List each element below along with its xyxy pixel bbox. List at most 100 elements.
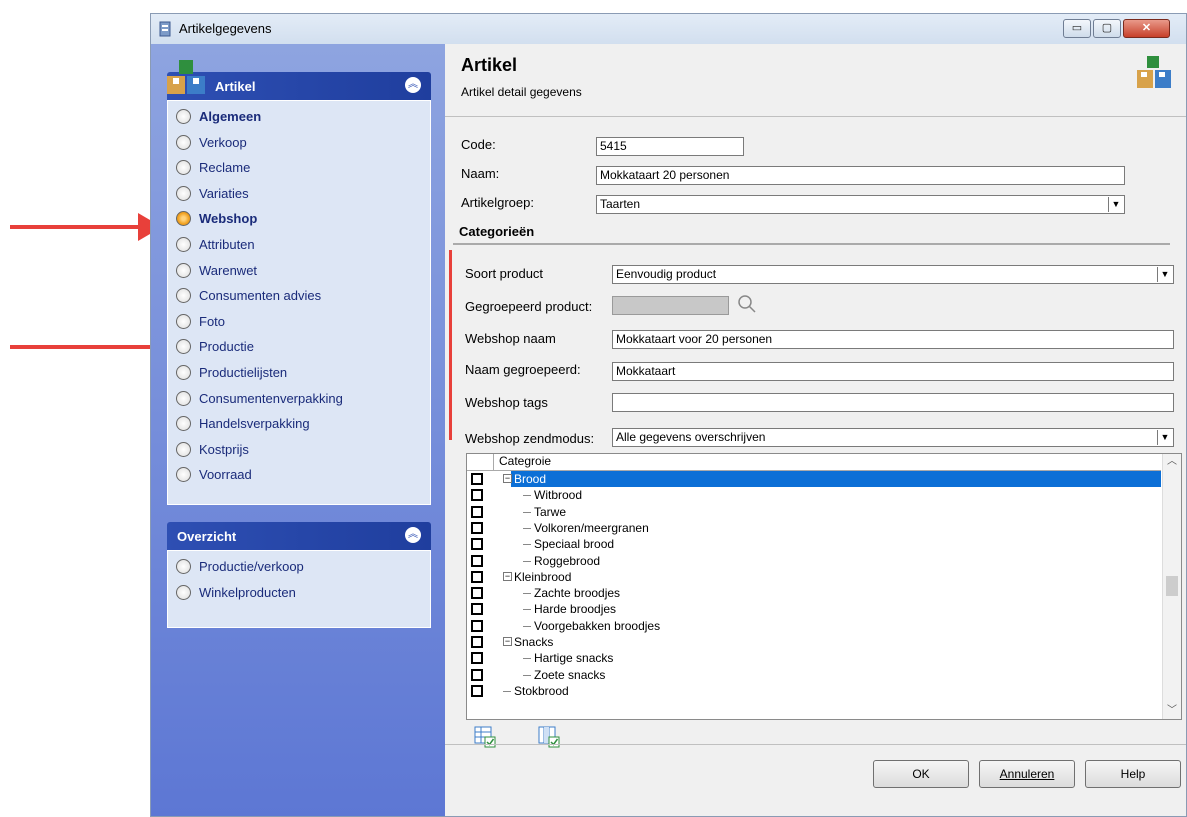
tree-row[interactable]: Speciaal brood — [467, 536, 1161, 552]
collapse-toggle-icon[interactable]: − — [503, 637, 512, 646]
ok-button[interactable]: OK — [873, 760, 969, 788]
tree-row[interactable]: Witbrood — [467, 487, 1161, 503]
radio-icon[interactable] — [176, 237, 191, 252]
tree-row-label: Kleinbrood — [514, 569, 572, 584]
tree-row[interactable]: Volkoren/meergranen — [467, 520, 1161, 536]
tree-row-label: Stokbrood — [514, 683, 569, 698]
radio-icon[interactable] — [176, 313, 191, 329]
tree-connector-line — [523, 593, 531, 595]
artikelgroep-select[interactable]: Taarten ▼ — [596, 195, 1125, 214]
tree-connector-line — [523, 511, 531, 513]
scroll-up-icon[interactable]: ︿ — [1163, 454, 1181, 470]
radio-icon[interactable] — [176, 109, 191, 124]
tree-row[interactable]: Roggebrood — [467, 553, 1161, 569]
dropdown-arrow-icon[interactable]: ▼ — [1108, 197, 1123, 212]
tree-row-label: Hartige snacks — [534, 651, 614, 666]
tree-row[interactable]: Tarwe — [467, 504, 1161, 520]
tree-row[interactable]: Hartige snacks — [467, 650, 1161, 666]
soort-product-select[interactable]: Eenvoudig product ▼ — [612, 265, 1174, 284]
checkbox-column-header — [467, 454, 494, 470]
annotation-arrow-webshop — [10, 225, 140, 229]
row-checkbox[interactable] — [471, 652, 483, 665]
naam-gegroepeerd-field[interactable]: Mokkataart — [612, 362, 1174, 381]
minimize-icon: ▭ — [1071, 22, 1083, 34]
artikel-panel: Algemeen Verkoop Reclame Variaties Webshop At… — [167, 100, 431, 505]
dialog-window: Artikelgegevens ▭ ▢ ✕ Artikel ︽ Algemeen… — [150, 13, 1187, 817]
radio-icon[interactable] — [176, 211, 191, 227]
row-checkbox[interactable] — [471, 554, 483, 567]
naam-field[interactable]: Mokkataart 20 personen — [596, 166, 1125, 185]
nav-item-label: Productie/verkoop — [199, 559, 304, 574]
collapse-chevron-icon[interactable]: ︽ — [405, 527, 421, 543]
nav-item-label: Consumentenverpakking — [199, 390, 343, 406]
dropdown-arrow-icon[interactable]: ▼ — [1157, 267, 1172, 282]
nav-item-label: Winkelproducten — [199, 584, 296, 600]
tree-row-label: Speciaal brood — [534, 537, 615, 552]
row-checkbox[interactable] — [471, 603, 483, 616]
row-checkbox[interactable] — [471, 587, 483, 600]
tree-row[interactable]: Zoete snacks — [467, 667, 1161, 683]
left-navigation-pane: Artikel ︽ Algemeen Verkoop Reclame Variatie… — [151, 44, 445, 816]
webshop-zendmodus-select[interactable]: Alle gegevens overschrijven ▼ — [612, 428, 1174, 447]
code-field[interactable]: 5415 — [596, 137, 744, 156]
row-checkbox[interactable] — [471, 473, 483, 485]
app-icon — [159, 21, 171, 37]
maximize-button[interactable]: ▢ — [1093, 19, 1121, 38]
dropdown-arrow-icon[interactable]: ▼ — [1157, 430, 1172, 445]
radio-icon[interactable] — [176, 134, 191, 150]
radio-icon[interactable] — [176, 365, 191, 380]
help-button[interactable]: Help — [1085, 760, 1181, 788]
collapse-toggle-icon[interactable]: − — [503, 474, 512, 483]
webshop-naam-field[interactable]: Mokkataart voor 20 personen — [612, 330, 1174, 349]
radio-icon[interactable] — [176, 559, 191, 574]
minimize-button[interactable]: ▭ — [1063, 19, 1091, 38]
tree-row[interactable]: − Brood — [467, 471, 1161, 487]
tree-row[interactable]: Voorgebakken broodjes — [467, 618, 1161, 634]
scroll-down-icon[interactable]: ﹀ — [1163, 703, 1181, 719]
artikel-panel-title: Artikel — [215, 79, 256, 94]
row-checkbox[interactable] — [471, 668, 483, 681]
row-checkbox[interactable] — [471, 489, 483, 502]
webshop-tags-field[interactable] — [612, 393, 1174, 412]
row-checkbox[interactable] — [471, 521, 483, 534]
radio-icon[interactable] — [176, 185, 191, 201]
row-checkbox[interactable] — [471, 636, 483, 648]
title-bar[interactable]: Artikelgegevens ▭ ▢ ✕ — [151, 14, 1186, 45]
overzicht-panel-header[interactable]: Overzicht ︽ — [167, 522, 431, 550]
close-button[interactable]: ✕ — [1123, 19, 1170, 38]
tree-row[interactable]: − Kleinbrood — [467, 569, 1161, 585]
collapse-toggle-icon[interactable]: − — [503, 571, 512, 581]
row-checkbox[interactable] — [471, 505, 483, 518]
row-checkbox[interactable] — [471, 684, 483, 697]
row-checkbox[interactable] — [471, 619, 483, 632]
tree-row[interactable]: Harde broodjes — [467, 601, 1161, 617]
soort-product-value: Eenvoudig product — [616, 267, 717, 281]
radio-icon[interactable] — [176, 339, 191, 355]
cancel-button[interactable]: Annuleren — [979, 760, 1075, 788]
tree-row[interactable]: Stokbrood — [467, 683, 1161, 699]
radio-icon[interactable] — [176, 288, 191, 304]
radio-icon[interactable] — [176, 584, 191, 600]
radio-icon[interactable] — [176, 262, 191, 278]
overzicht-panel: Productie/verkoop Winkelproducten — [167, 550, 431, 628]
radio-icon[interactable] — [176, 390, 191, 406]
radio-icon[interactable] — [176, 467, 191, 483]
tree-row[interactable]: Zachte broodjes — [467, 585, 1161, 601]
category-tree[interactable]: Categroie − Brood Witbrood Tarwe Volkoren/me… — [466, 453, 1182, 720]
search-icon[interactable] — [737, 294, 757, 314]
tree-row-label: Roggebrood — [534, 553, 601, 568]
tree-row-label: Snacks — [514, 635, 554, 649]
vertical-scrollbar[interactable]: ︿ ﹀ — [1162, 454, 1181, 719]
radio-icon[interactable] — [176, 160, 191, 176]
artikel-panel-header[interactable]: Artikel ︽ — [167, 60, 431, 100]
row-checkbox[interactable] — [471, 570, 483, 583]
radio-icon[interactable] — [176, 416, 191, 432]
row-checkbox[interactable] — [471, 538, 483, 551]
tree-row-label: Tarwe — [534, 504, 567, 519]
radio-icon[interactable] — [176, 441, 191, 457]
scroll-thumb[interactable] — [1166, 576, 1178, 596]
webshop-zendmodus-label: Webshop zendmodus: — [465, 431, 595, 446]
artikel-boxes-icon — [167, 60, 205, 94]
collapse-chevron-icon[interactable]: ︽ — [405, 77, 421, 93]
tree-row[interactable]: − Snacks — [467, 634, 1161, 650]
